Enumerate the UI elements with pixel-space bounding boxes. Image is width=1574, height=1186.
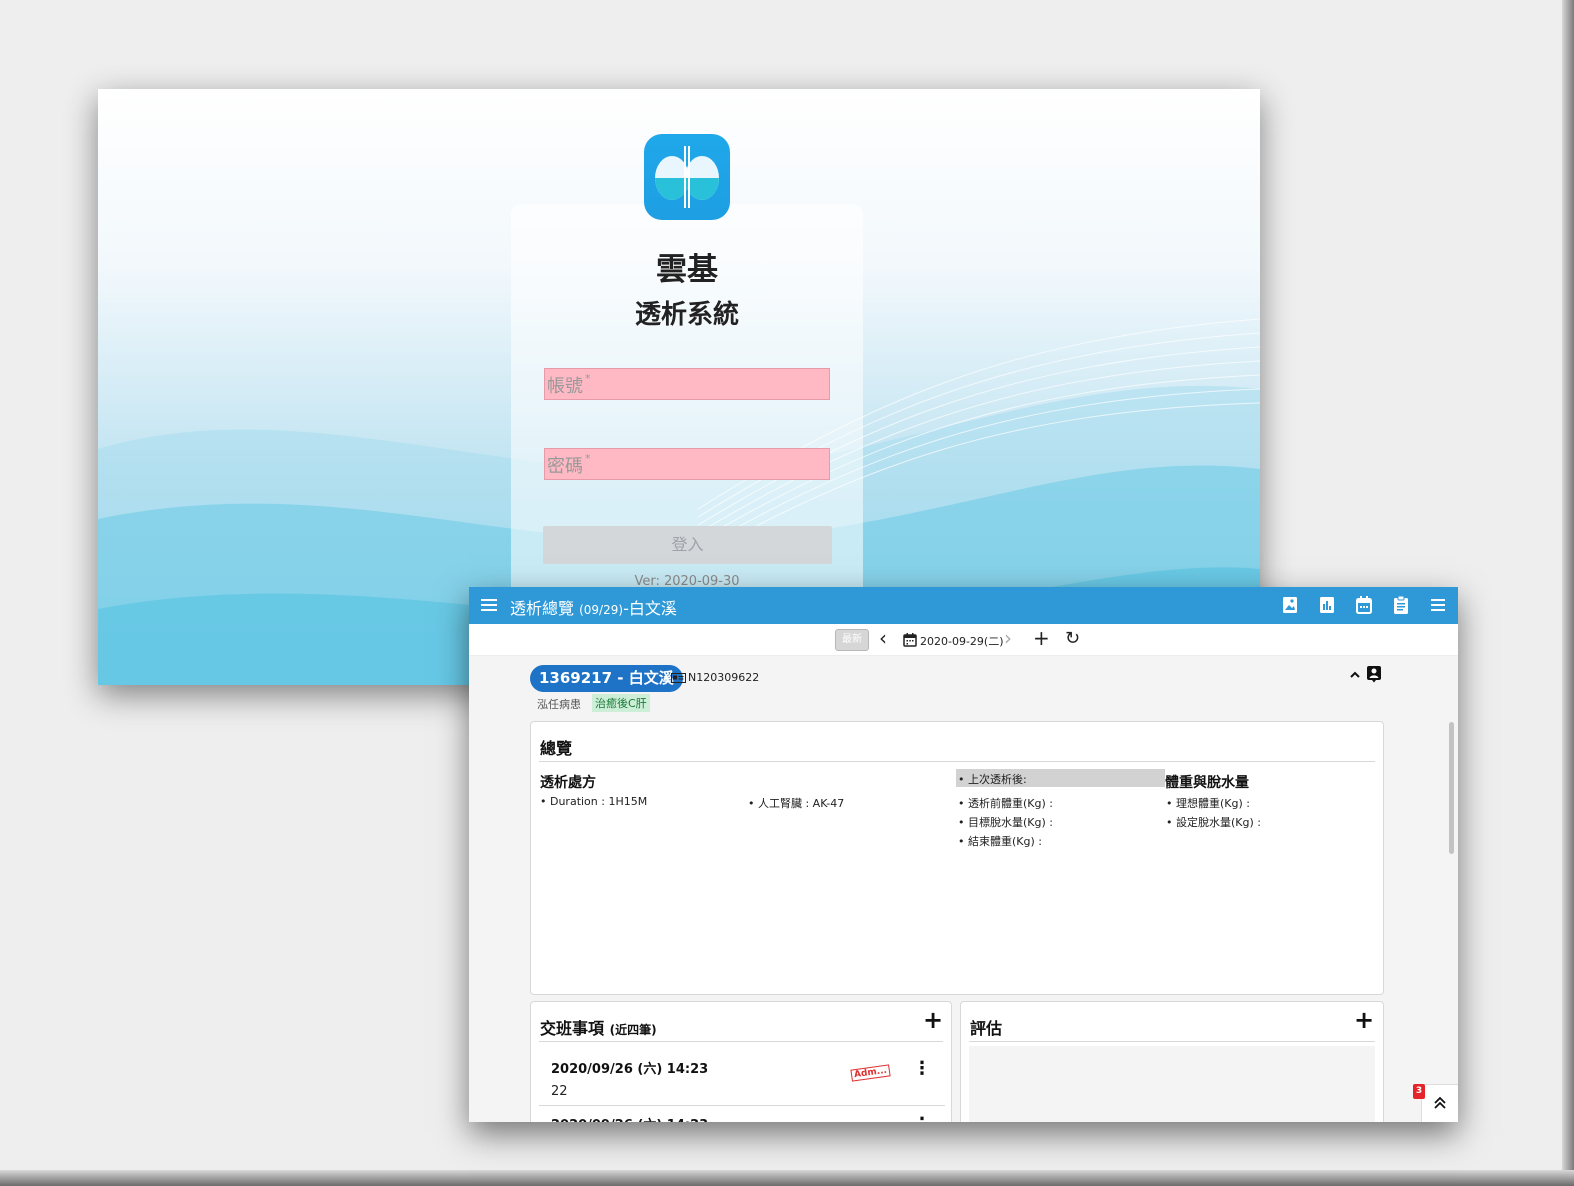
bar-chart-icon[interactable] — [1317, 595, 1337, 615]
last-dialysis-label: • 上次透析後: — [958, 773, 1027, 786]
page-title-text: 透析總覽 — [510, 599, 575, 618]
handover-card: 交班事項 (近四筆) + 2020/09/26 (六) 14:23 22 Adm… — [530, 1001, 952, 1122]
assessment-card: 評估 + — [960, 1001, 1384, 1122]
pre-weight-item: • 透析前體重(Kg) : — [958, 797, 1053, 810]
refresh-icon[interactable]: ↻ — [1065, 628, 1080, 649]
more-vert-icon[interactable]: ⋮ — [913, 1060, 931, 1078]
handover-subtitle: (近四筆) — [609, 1023, 657, 1037]
assessment-body — [969, 1046, 1375, 1122]
divider — [539, 761, 1375, 762]
next-day-icon[interactable]: › — [1004, 626, 1012, 650]
scrollbar[interactable] — [1449, 722, 1454, 854]
dialysis-overview-window: 透析總覽 (09/29)-白文溪 最新 ‹ 2020-09-29(二) › + … — [469, 587, 1458, 1122]
set-dehydration-item: • 設定脫水量(Kg) : — [1166, 816, 1261, 829]
content-area: 1369217 - 白文溪 N120309622 泓任病患 治癒後C肝 總覽 透… — [469, 656, 1458, 1122]
patient-id-number: N120309622 — [688, 671, 760, 684]
clipboard-icon[interactable] — [1391, 595, 1411, 615]
required-mark: * — [585, 372, 591, 385]
calendar-icon[interactable] — [903, 632, 917, 647]
overview-card: 總覽 透析處方 • Duration : 1H15M • 人工腎臟 : AK-4… — [530, 721, 1384, 995]
diagnosis-tag: 治癒後C肝 — [592, 694, 650, 712]
author-stamp: Adm... — [850, 1064, 891, 1082]
handover-note[interactable]: 2020/09/26 (六) 14:23 22 Adm... ⋮ — [539, 1050, 945, 1106]
scroll-to-top-button[interactable] — [1421, 1084, 1458, 1122]
password-field[interactable]: 密碼 * — [544, 448, 830, 480]
username-field[interactable]: 帳號 * — [544, 368, 830, 400]
patient-card-icon[interactable] — [1366, 665, 1382, 683]
artificial-kidney-item: • 人工腎臟 : AK-47 — [748, 797, 845, 810]
weight-dehydration-title: 體重與脫水量 — [1165, 775, 1249, 791]
latest-button[interactable]: 最新 — [835, 629, 869, 651]
duration-item: • Duration : 1H15M — [540, 795, 648, 808]
id-card-icon — [671, 673, 686, 683]
date-toolbar: 最新 ‹ 2020-09-29(二) › + ↻ — [469, 624, 1458, 656]
last-dialysis-header: • 上次透析後: — [956, 769, 1165, 787]
double-chevron-up-icon — [1434, 1096, 1446, 1109]
ideal-weight-item: • 理想體重(Kg) : — [1166, 797, 1250, 810]
patient-badge[interactable]: 1369217 - 白文溪 — [530, 665, 683, 692]
app-header: 透析總覽 (09/29)-白文溪 — [469, 587, 1458, 624]
kidney-icon — [644, 134, 730, 220]
username-label: 帳號 — [547, 376, 583, 397]
calendar-icon[interactable] — [1354, 595, 1374, 615]
chevron-up-icon[interactable] — [1348, 668, 1362, 682]
note-time: 2020/09/26 (六) 14:23 — [551, 1062, 709, 1077]
patient-source: 泓任病患 — [537, 698, 581, 711]
divider — [969, 1041, 1375, 1042]
note-time: 2020/09/26 (六) 14:23 — [551, 1114, 708, 1122]
window-frame-edge — [0, 1170, 1574, 1186]
add-icon[interactable]: + — [1033, 626, 1050, 650]
window-frame-edge — [1562, 0, 1574, 1186]
note-text: 22 — [551, 1084, 568, 1099]
login-button[interactable]: 登入 — [543, 526, 832, 564]
login-subtitle: 透析系統 — [634, 300, 739, 330]
handover-title-text: 交班事項 — [540, 1019, 605, 1038]
password-label: 密碼 — [547, 456, 583, 477]
current-date[interactable]: 2020-09-29(二) — [920, 633, 1004, 649]
hamburger-menu-icon[interactable] — [481, 596, 497, 614]
handover-note[interactable]: 2020/09/26 (六) 14:23 ⋮ — [539, 1106, 945, 1123]
more-vert-icon[interactable]: ⋮ — [913, 1116, 931, 1123]
add-assessment-icon[interactable]: + — [1354, 1008, 1374, 1032]
overview-title: 總覽 — [540, 739, 573, 758]
image-icon[interactable] — [1280, 595, 1300, 615]
menu-icon[interactable] — [1428, 595, 1448, 615]
prescription-title: 透析處方 — [540, 775, 596, 791]
required-mark: * — [585, 452, 591, 465]
page-title: 透析總覽 (09/29)-白文溪 — [510, 595, 677, 619]
page-title-date: (09/29) — [579, 603, 624, 617]
end-weight-item: • 結束體重(Kg) : — [958, 835, 1042, 848]
handover-title: 交班事項 (近四筆) — [540, 1015, 657, 1039]
target-dehydration-item: • 目標脫水量(Kg) : — [958, 816, 1053, 829]
add-handover-icon[interactable]: + — [923, 1008, 943, 1032]
assessment-title: 評估 — [970, 1019, 1003, 1038]
login-title: 雲基 — [656, 252, 718, 288]
notification-badge[interactable]: 3 — [1413, 1084, 1425, 1099]
page-title-patient: -白文溪 — [623, 599, 677, 618]
divider — [539, 1041, 943, 1042]
previous-day-icon[interactable]: ‹ — [879, 626, 887, 650]
